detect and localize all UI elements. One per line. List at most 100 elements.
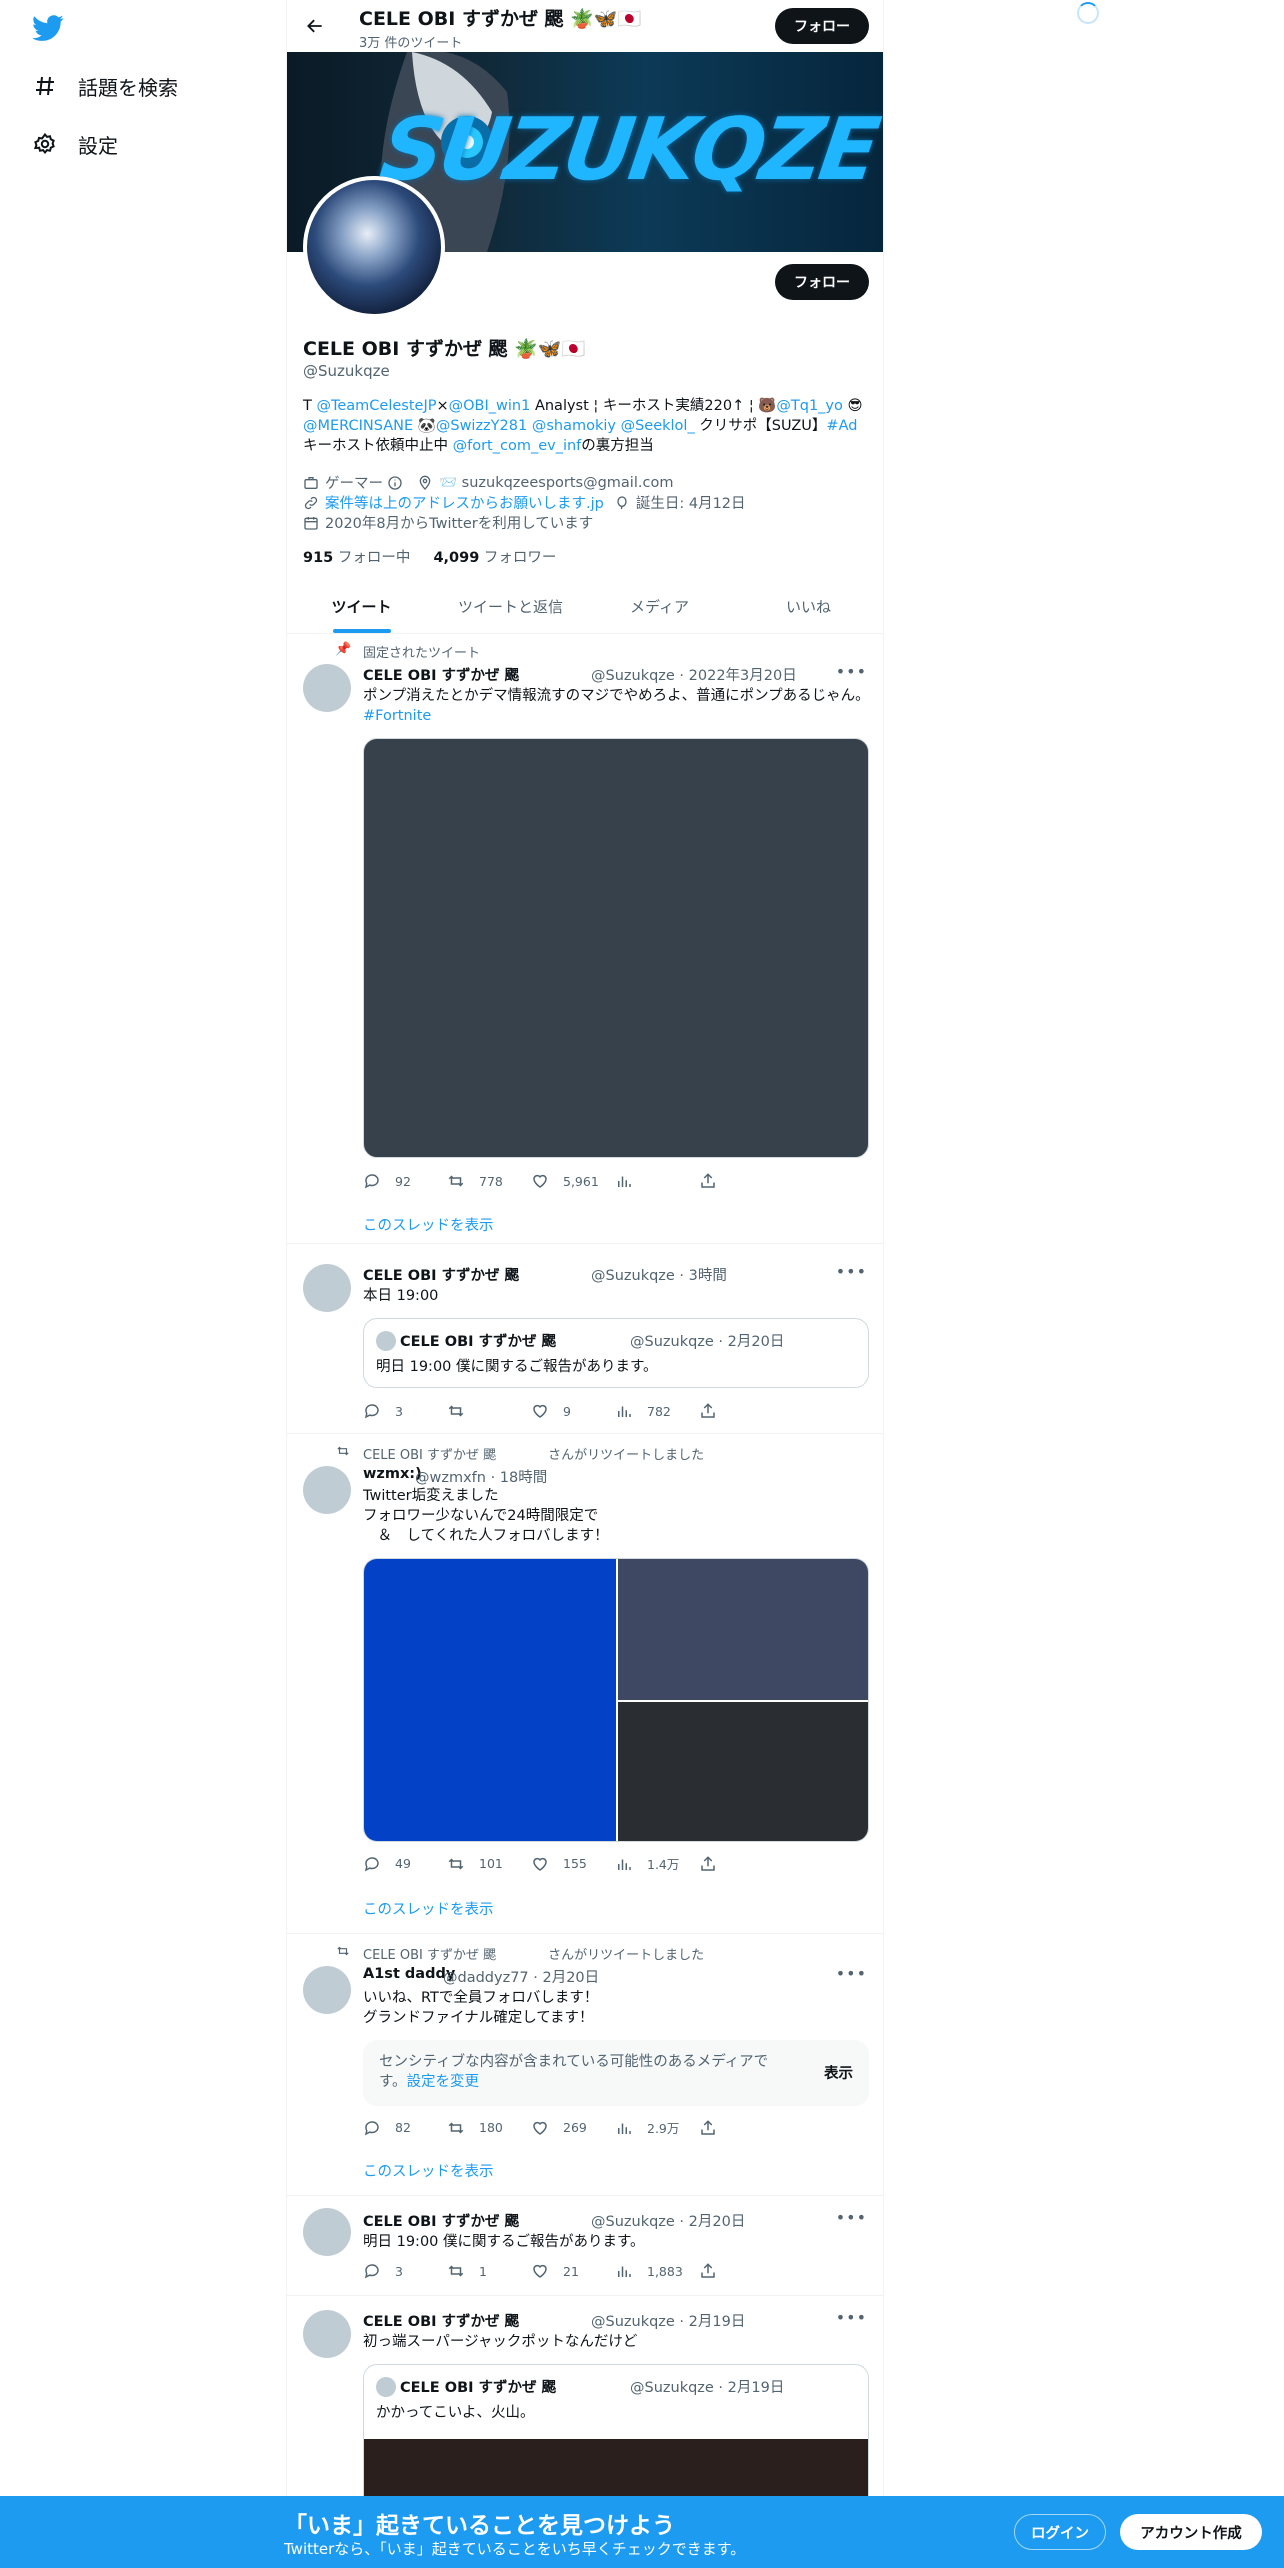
tweet-text: Twitter垢変えました フォロワー少ないんで24時間限定で ＆ してくれた人… [363,1488,609,1544]
bio-mention-link[interactable]: @OBI_win1 [449,398,531,414]
retweet-button[interactable]: 1 [447,2262,531,2280]
tab-tweets-and-replies[interactable]: ツイートと返信 [436,580,585,633]
change-settings-link[interactable]: 設定を変更 [407,2074,480,2090]
create-account-button[interactable]: アカウント作成 [1120,2514,1262,2550]
bio-mention-link[interactable]: @TeamCelesteJP [316,398,436,414]
avatar[interactable] [303,664,351,712]
tweet-author-name[interactable]: wzmx:) [363,1466,422,1482]
retweet-social-context[interactable]: CELE OBI すずかぜ 颸 さんがリツイートしました [363,1944,704,1963]
tab-tweets[interactable]: ツイート [287,580,436,633]
views-button[interactable]: 1,883 [615,2262,699,2280]
retweet-indicator-icon [335,1444,351,1462]
twitter-logo-icon[interactable] [32,12,64,44]
retweet-button[interactable] [447,1402,531,1420]
avatar[interactable] [303,1466,351,1514]
avatar[interactable] [303,1264,351,1312]
link-icon [303,495,319,511]
views-button[interactable]: 782 [615,1402,699,1420]
media-image[interactable] [364,1559,616,1841]
tweet-author-name[interactable]: CELE OBI すずかぜ 颸 [363,1264,519,1285]
media-image[interactable] [618,1559,868,1700]
views-button[interactable]: 2.9万 [615,2118,699,2137]
tweet[interactable]: CELE OBI すずかぜ 颸 @Suzukqze · 3時間 ••• 本日 1… [287,1244,883,1434]
share-icon[interactable] [699,2118,783,2137]
retweet-button[interactable]: 778 [447,1172,531,1190]
analytics-icon[interactable] [615,1172,699,1190]
followers-link[interactable]: 4,099 フォロワー [433,550,556,566]
retweet-button[interactable]: 180 [447,2118,531,2137]
bio-mention-link[interactable]: @Seeklol_ [621,418,695,434]
tweet-handle-time[interactable]: @Suzukqze · 2022年3月20日 [591,664,797,685]
reply-button[interactable]: 92 [363,1172,447,1190]
sidebar-item-settings[interactable]: 設定 [32,124,118,164]
like-button[interactable]: 21 [531,2262,615,2280]
like-button[interactable]: 269 [531,2118,615,2137]
more-options-icon[interactable]: ••• [836,1262,867,1281]
tweet-retweeted[interactable]: CELE OBI すずかぜ 颸 さんがリツイートしました wzmx:) @wzm… [287,1434,883,1934]
views-button[interactable]: 1.4万 [615,1854,699,1873]
tweet[interactable]: CELE OBI すずかぜ 颸 @Suzukqze · 2月20日 ••• 明日… [287,2196,883,2296]
tab-likes[interactable]: いいね [734,580,883,633]
tweet-author-name[interactable]: CELE OBI すずかぜ 颸 [363,2210,519,2231]
profile-website-link[interactable]: 案件等は上のアドレスからお願いします.jp [325,492,604,513]
bio-hashtag-link[interactable]: #Ad [826,418,857,434]
bio-mention-link[interactable]: @shamokiy [532,418,616,434]
show-thread-link[interactable]: このスレッドを表示 [363,1214,494,1235]
share-icon[interactable] [699,1854,783,1873]
avatar[interactable] [303,2310,351,2358]
tweet-handle-time[interactable]: @Suzukqze · 2月19日 [591,2310,745,2331]
show-media-button[interactable]: 表示 [824,2062,853,2083]
tweet-author-name[interactable]: CELE OBI すずかぜ 颸 [363,2310,519,2331]
gear-icon [32,131,58,157]
bio-mention-link[interactable]: @SwizzY281 [436,418,527,434]
like-button[interactable]: 5,961 [531,1172,615,1190]
tweet-media-image[interactable] [363,738,869,1158]
login-button[interactable]: ログイン [1014,2514,1106,2550]
like-button[interactable]: 9 [531,1402,615,1420]
tab-media[interactable]: メディア [585,580,734,633]
info-icon[interactable] [387,475,403,491]
reply-button[interactable]: 3 [363,2262,447,2280]
pinned-label: 固定されたツイート [363,646,481,661]
like-button[interactable]: 155 [531,1854,615,1873]
profile-follow-button[interactable]: フォロー [775,264,869,300]
share-icon[interactable] [699,1172,783,1190]
more-options-icon[interactable]: ••• [836,1964,867,1983]
retweet-button[interactable]: 101 [447,1854,531,1873]
tweet-author-name[interactable]: CELE OBI すずかぜ 颸 [363,664,519,685]
media-image[interactable] [618,1702,868,1841]
show-thread-link[interactable]: このスレッドを表示 [363,2160,494,2181]
tweet-media-grid[interactable] [363,1558,869,1842]
more-options-icon[interactable]: ••• [836,2308,867,2327]
bio-mention-link[interactable]: @Tq1_yo [776,398,843,414]
share-icon[interactable] [699,2262,783,2280]
show-thread-link[interactable]: このスレッドを表示 [363,1898,494,1919]
reply-button[interactable]: 49 [363,1854,447,1873]
sidebar-item-explore[interactable]: 話題を検索 [32,66,178,106]
more-options-icon[interactable]: ••• [836,2208,867,2227]
tweet-handle-time[interactable]: @daddyz77 · 2月20日 [443,1966,599,1987]
hashtag-icon [32,73,58,99]
tweet-actions: 92 778 5,961 [363,1172,783,1190]
reply-button[interactable]: 82 [363,2118,447,2137]
profile-avatar[interactable] [303,176,445,318]
bio-mention-link[interactable]: @fort_com_ev_inf [453,438,582,454]
tweet-retweeted[interactable]: CELE OBI すずかぜ 颸 さんがリツイートしました A1st daddy … [287,1934,883,2196]
retweet-social-context[interactable]: CELE OBI すずかぜ 颸 さんがリツイートしました [363,1444,704,1463]
tweet-handle-time[interactable]: @Suzukqze · 3時間 [591,1264,727,1285]
avatar[interactable] [303,1966,351,2014]
quoted-tweet[interactable]: CELE OBI すずかぜ 颸 @Suzukqze · 2月20日 明日 19:… [363,1318,869,1388]
more-options-icon[interactable]: ••• [836,662,867,681]
reply-button[interactable]: 3 [363,1402,447,1420]
bio-mention-link[interactable]: @MERCINSANE [303,418,413,434]
tweet-pinned[interactable]: 📌 固定されたツイート CELE OBI すずかぜ 颸 @Suzukqze · … [287,634,883,1244]
tweet-handle-time[interactable]: @wzmxfn · 18時間 [415,1466,547,1487]
tweet-handle-time[interactable]: @Suzukqze · 2月20日 [591,2210,745,2231]
following-link[interactable]: 915 フォロー中 [303,550,410,566]
tweet-author-name[interactable]: A1st daddy [363,1966,455,1982]
hashtag-link[interactable]: #Fortnite [363,708,431,724]
avatar[interactable] [303,2208,351,2256]
share-icon[interactable] [699,1402,783,1420]
header-follow-button[interactable]: フォロー [775,8,869,44]
back-arrow-icon[interactable] [301,12,329,40]
